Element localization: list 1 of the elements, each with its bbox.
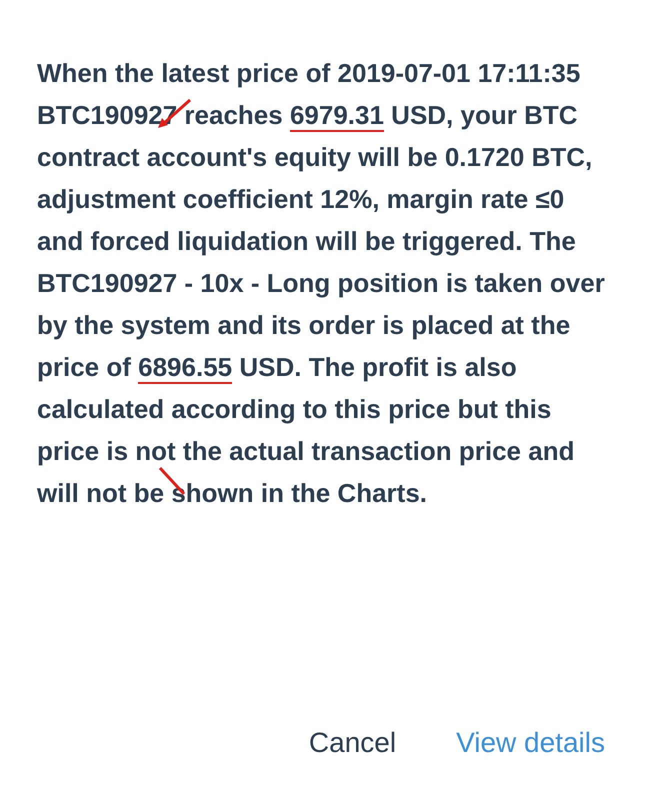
cancel-button[interactable]: Cancel: [308, 722, 396, 764]
